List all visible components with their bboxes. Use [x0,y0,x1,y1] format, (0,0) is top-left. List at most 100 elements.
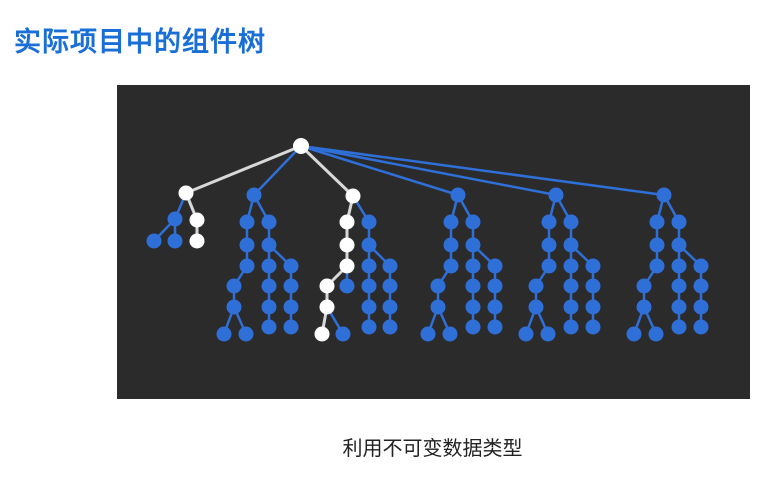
tree-node [283,299,299,315]
tree-node [585,278,601,294]
tree-node [239,258,255,274]
page-title: 实际项目中的组件树 [14,27,266,58]
tree-node [693,278,709,294]
tree-node [382,299,398,315]
tree-node [465,214,481,230]
tree-node [261,214,277,230]
tree-node [361,237,377,253]
tree-node [443,237,459,253]
tree-node [585,319,601,335]
tree-node [146,233,162,249]
tree-node [649,258,665,274]
tree-node [648,326,664,342]
tree-node [261,299,277,315]
tree-node [528,299,544,315]
tree-node [671,299,687,315]
tree-node [585,299,601,315]
tree-node [283,278,299,294]
tree-node [430,278,446,294]
tree-node [671,237,687,253]
tree-svg [117,85,750,399]
tree-node-highlighted [314,326,330,342]
tree-node [563,237,579,253]
tree-node [382,258,398,274]
tree-node [465,299,481,315]
tree-node [382,278,398,294]
tree-node [261,258,277,274]
tree-node-highlighted [189,212,205,228]
tree-node [361,319,377,335]
tree-node [430,299,446,315]
tree-node [450,187,466,203]
tree-node-highlighted [345,188,361,204]
tree-node [361,258,377,274]
tree-node [671,319,687,335]
tree-node [649,237,665,253]
tree-node [541,258,557,274]
tree-node [443,258,459,274]
tree-node [167,211,183,227]
tree-node [283,258,299,274]
tree-node [656,187,672,203]
tree-node [283,319,299,335]
tree-node [487,299,503,315]
tree-node [246,187,262,203]
tree-root-node [293,138,309,154]
tree-node [465,278,481,294]
tree-node-highlighted [319,299,335,315]
tree-node [465,319,481,335]
tree-node [671,214,687,230]
tree-node [563,299,579,315]
tree-node [518,326,534,342]
tree-node [540,326,556,342]
tree-node [420,326,436,342]
tree-node [636,278,652,294]
tree-node [335,326,351,342]
tree-node [693,258,709,274]
tree-node-highlighted [178,185,194,201]
tree-node [626,326,642,342]
tree-node [487,258,503,274]
tree-node [465,258,481,274]
tree-node [226,278,242,294]
tree-node [541,214,557,230]
tree-node [528,278,544,294]
tree-node [563,214,579,230]
tree-node [585,258,601,274]
tree-node [563,278,579,294]
tree-node [649,214,665,230]
tree-node [339,278,355,294]
tree-node [261,319,277,335]
tree-node [226,299,242,315]
tree-node [487,278,503,294]
tree-node [216,326,232,342]
tree-node [442,326,458,342]
tree-node [671,258,687,274]
tree-node [239,237,255,253]
slide-caption: 利用不可变数据类型 [342,436,523,460]
tree-node-highlighted [339,214,355,230]
tree-node [671,278,687,294]
tree-node [238,326,254,342]
tree-node [361,299,377,315]
tree-node [487,319,503,335]
tree-node [167,233,183,249]
tree-node [636,299,652,315]
tree-node [541,237,557,253]
tree-node-highlighted [189,233,205,249]
tree-node [239,214,255,230]
tree-node [443,214,459,230]
component-tree-diagram [117,85,750,399]
tree-node [693,319,709,335]
tree-node [261,278,277,294]
tree-node [563,258,579,274]
tree-node [693,299,709,315]
tree-node [382,319,398,335]
tree-node [261,237,277,253]
tree-node [563,319,579,335]
tree-node [361,214,377,230]
tree-node-highlighted [339,237,355,253]
tree-node [548,187,564,203]
tree-node-highlighted [319,278,335,294]
tree-node-highlighted [339,258,355,274]
